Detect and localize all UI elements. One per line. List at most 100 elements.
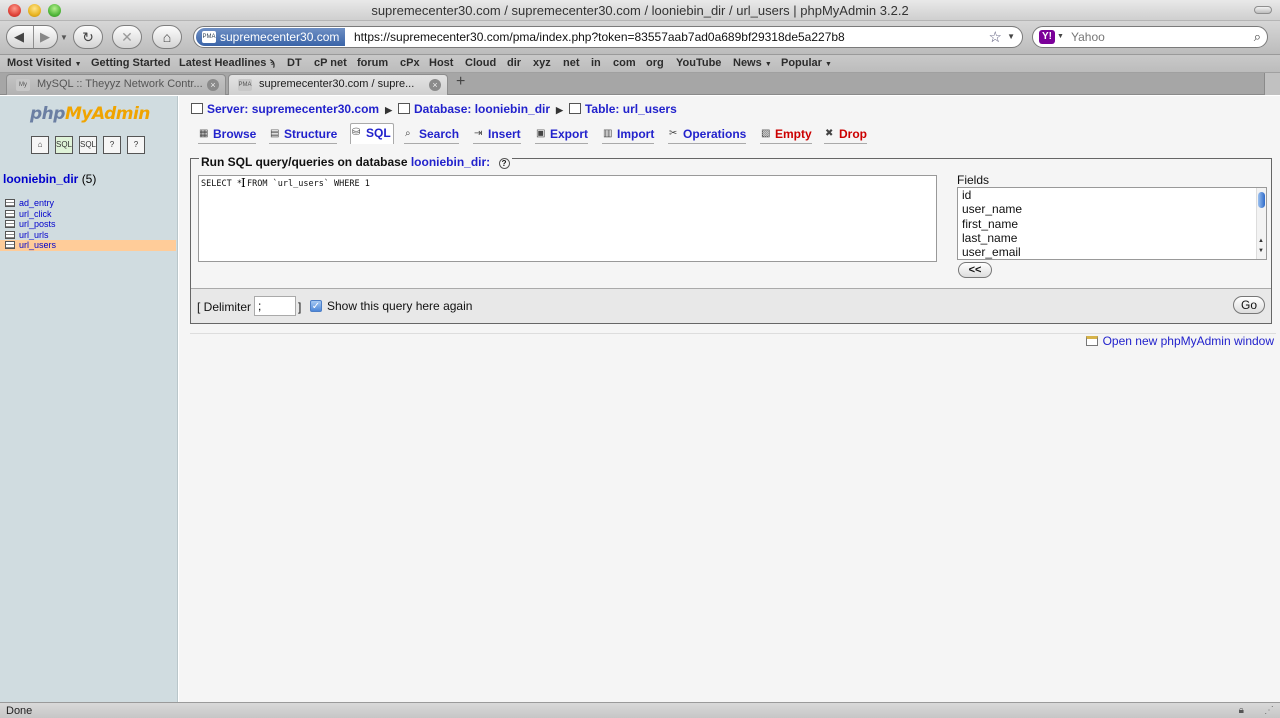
- phpmyadmin-logo[interactable]: phpMyAdmin: [30, 104, 150, 124]
- tab-list-button[interactable]: [1264, 73, 1280, 95]
- close-icon[interactable]: ×: [429, 79, 441, 91]
- search-engine-dropdown-icon[interactable]: ▼: [1057, 33, 1064, 40]
- database-link[interactable]: looniebin_dir (5): [3, 172, 96, 186]
- field-option[interactable]: id: [958, 188, 1266, 202]
- home-icon[interactable]: ⌂: [31, 136, 49, 154]
- table-icon[interactable]: [5, 199, 15, 207]
- breadcrumb-server[interactable]: Server: supremecenter30.com: [207, 102, 379, 116]
- insert-icon: ⇥: [474, 128, 483, 139]
- table-item-url-urls[interactable]: url_urls: [0, 230, 176, 241]
- url-text[interactable]: https://supremecenter30.com/pma/index.ph…: [354, 30, 845, 44]
- table-icon[interactable]: [5, 209, 15, 218]
- bookmark-cpx[interactable]: cPx: [400, 57, 420, 69]
- table-item-url-posts[interactable]: url_posts: [0, 219, 176, 230]
- show-query-label[interactable]: Show this query here again: [327, 299, 472, 313]
- history-dropdown-icon[interactable]: ▼: [60, 33, 68, 42]
- bookmark-cloud[interactable]: Cloud: [465, 57, 496, 69]
- bookmark-dir[interactable]: dir: [507, 57, 521, 69]
- url-bar[interactable]: PMA supremecenter30.com https://supremec…: [193, 26, 1023, 48]
- search-bar[interactable]: Y! ▼ Yahoo ⌕: [1032, 26, 1268, 48]
- tab-insert[interactable]: ⇥ Insert: [473, 125, 521, 144]
- open-new-window-link[interactable]: Open new phpMyAdmin window: [1085, 334, 1274, 348]
- sql-icon[interactable]: SQL: [79, 136, 97, 154]
- help-icon[interactable]: ?: [498, 158, 510, 169]
- stop-button[interactable]: ✕: [112, 25, 142, 49]
- fields-scrollbar[interactable]: ▲ ▼: [1256, 188, 1266, 259]
- reload-button[interactable]: ↻: [73, 25, 103, 49]
- yahoo-engine-icon[interactable]: Y!: [1039, 30, 1055, 44]
- forward-icon[interactable]: ▶: [40, 29, 50, 45]
- delimiter-bracket: ]: [298, 300, 302, 314]
- bookmark-xyz[interactable]: xyz: [533, 57, 551, 69]
- tab-empty[interactable]: ▧ Empty: [760, 125, 812, 144]
- logo-myadmin-text: MyAdmin: [64, 104, 150, 124]
- bookmark-com[interactable]: com: [613, 57, 636, 69]
- show-query-checkbox[interactable]: ✓: [310, 300, 322, 312]
- tab-import[interactable]: ▥ Import: [602, 125, 655, 144]
- fields-select-list[interactable]: id user_name first_name last_name user_e…: [957, 187, 1267, 260]
- bookmark-popular[interactable]: Popular ▼: [781, 57, 832, 69]
- go-button[interactable]: Go: [1233, 296, 1265, 314]
- query-window-icon[interactable]: SQL: [55, 136, 73, 154]
- scroll-down-icon[interactable]: ▼: [1258, 248, 1264, 254]
- home-button[interactable]: ⌂: [152, 25, 182, 49]
- back-icon[interactable]: ◀: [14, 29, 24, 45]
- lock-icon[interactable]: 🔒︎: [1239, 705, 1244, 716]
- search-icon[interactable]: ⌕: [1254, 29, 1261, 45]
- tab-browse[interactable]: ▦ Browse: [198, 125, 257, 144]
- bookmark-net[interactable]: net: [563, 57, 580, 69]
- operations-icon: ✂: [669, 128, 678, 139]
- site-identity-button[interactable]: PMA supremecenter30.com: [196, 28, 346, 46]
- tab-phpmyadmin[interactable]: PMA supremecenter30.com / supre... ×: [228, 74, 448, 95]
- delimiter-input[interactable]: ;: [254, 296, 296, 316]
- documentation-icon[interactable]: ?: [103, 136, 121, 154]
- field-option[interactable]: last_name: [958, 231, 1266, 245]
- tab-search[interactable]: ⌕ Search: [404, 125, 460, 144]
- table-item-url-users[interactable]: url_users: [0, 240, 176, 251]
- close-icon[interactable]: ×: [207, 79, 219, 91]
- bookmark-star-icon[interactable]: ☆: [989, 28, 1002, 46]
- field-option[interactable]: user_name: [958, 202, 1266, 216]
- bookmark-forum[interactable]: forum: [357, 57, 388, 69]
- tab-mysql[interactable]: My MySQL :: Theyyz Network Contr... ×: [6, 74, 226, 95]
- sql-docs-icon[interactable]: ?: [127, 136, 145, 154]
- scroll-up-icon[interactable]: ▲: [1258, 238, 1264, 244]
- bookmark-host[interactable]: Host: [429, 57, 453, 69]
- url-history-dropdown-icon[interactable]: ▼: [1007, 32, 1015, 41]
- legend-database-link[interactable]: looniebin_dir:: [411, 155, 490, 169]
- bookmark-in[interactable]: in: [591, 57, 601, 69]
- bookmark-latest-headlines[interactable]: Latest Headlines ϡ: [179, 57, 275, 69]
- table-label: url_urls: [19, 229, 49, 240]
- table-icon[interactable]: [5, 241, 15, 250]
- table-item-url-click[interactable]: url_click: [0, 209, 176, 220]
- bookmark-getting-started[interactable]: Getting Started: [91, 57, 170, 69]
- bookmark-dt[interactable]: DT: [287, 57, 302, 69]
- table-icon[interactable]: [5, 220, 15, 229]
- breadcrumb-database[interactable]: Database: looniebin_dir: [414, 102, 550, 116]
- bookmark-most-visited[interactable]: Most Visited ▼: [7, 57, 82, 69]
- bookmark-cp-net[interactable]: cP net: [314, 57, 347, 69]
- insert-field-button[interactable]: <<: [958, 262, 992, 278]
- bookmark-youtube[interactable]: YouTube: [676, 57, 721, 69]
- table-icon[interactable]: [5, 230, 15, 239]
- tab-sql[interactable]: ⛁ SQL: [350, 123, 394, 144]
- toolbar-toggle-button[interactable]: [1254, 6, 1272, 14]
- tab-operations[interactable]: ✂ Operations: [668, 125, 747, 144]
- table-icon: [568, 103, 581, 114]
- tab-export[interactable]: ▣ Export: [535, 125, 589, 144]
- table-item-ad-entry[interactable]: ad_entry: [0, 198, 176, 209]
- bookmark-org[interactable]: org: [646, 57, 664, 69]
- resize-grip-icon[interactable]: ⋰: [1264, 705, 1274, 716]
- breadcrumb-table[interactable]: Table: url_users: [585, 102, 677, 116]
- sql-query-textarea[interactable]: SELECT * FROM `url_users` WHERE 1: [198, 175, 937, 262]
- tab-structure[interactable]: ▤ Structure: [269, 125, 338, 144]
- breadcrumb: Server: supremecenter30.com ▶ Database: lo…: [191, 102, 677, 116]
- tab-strip: My MySQL :: Theyyz Network Contr... × PM…: [0, 73, 1280, 95]
- field-option[interactable]: first_name: [958, 217, 1266, 231]
- field-option[interactable]: user_email: [958, 245, 1266, 259]
- new-tab-plus-icon[interactable]: +: [456, 73, 465, 91]
- tab-drop[interactable]: ✖ Drop: [824, 125, 867, 144]
- bookmark-news[interactable]: News ▼: [733, 57, 772, 69]
- scrollbar-thumb[interactable]: [1258, 192, 1265, 208]
- search-input[interactable]: Yahoo: [1071, 30, 1105, 44]
